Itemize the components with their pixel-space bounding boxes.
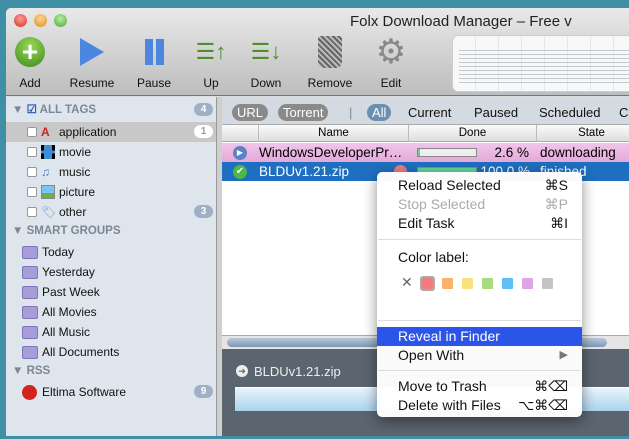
color-swatch[interactable] xyxy=(482,278,493,289)
eltima-logo-icon xyxy=(22,384,37,400)
table-row[interactable]: ▶ WindowsDeveloperPr… 2.6 % downloading xyxy=(222,143,629,162)
column-state[interactable]: State xyxy=(536,125,629,142)
tag-application[interactable]: Aapplication 1 xyxy=(6,122,216,142)
gear-icon: ⚙ xyxy=(375,33,407,71)
resume-button[interactable]: Resume xyxy=(62,32,122,90)
context-menu: Reload Selected ⌘S Stop Selected ⌘P Edit T… xyxy=(377,172,582,417)
tag-other[interactable]: 🏷 other 3 xyxy=(6,202,216,222)
tag-music[interactable]: ♫ music xyxy=(6,162,216,182)
title-toolbar: Folx Download Manager – Free v + Add Resu… xyxy=(6,8,629,96)
downloading-icon: ▶ xyxy=(233,146,247,160)
smart-folder-icon xyxy=(22,285,38,299)
badge: 4 xyxy=(194,103,213,116)
smart-group-yesterday[interactable]: Yesterday xyxy=(6,262,216,282)
column-done[interactable]: Done xyxy=(408,125,536,142)
zoom-button[interactable] xyxy=(54,14,67,27)
checkbox[interactable] xyxy=(27,147,37,157)
remove-button[interactable]: Remove xyxy=(300,32,360,90)
smart-folder-icon xyxy=(22,265,38,279)
tag-movie[interactable]: movie xyxy=(6,142,216,162)
progress-bar xyxy=(417,148,477,157)
smart-group-all-documents[interactable]: All Documents xyxy=(6,342,216,362)
list-up-icon: ☰↑ xyxy=(195,39,227,64)
window-title: Folx Download Manager – Free v xyxy=(350,13,572,30)
filter-bar: URL Torrent | All Current Paused Schedul… xyxy=(222,97,629,125)
rss-header[interactable]: ▼ RSS xyxy=(12,365,50,377)
menu-reveal-in-finder[interactable]: Reveal in Finder xyxy=(377,327,582,346)
picture-icon xyxy=(41,185,55,199)
arrow-circle-icon: ➜ xyxy=(236,365,248,377)
trash-icon xyxy=(318,36,342,68)
color-swatch[interactable] xyxy=(462,278,473,289)
filter-paused[interactable]: Paused xyxy=(474,104,518,121)
list-down-icon: ☰↓ xyxy=(250,39,282,64)
play-icon xyxy=(80,38,104,66)
smart-group-all-music[interactable]: All Music xyxy=(6,322,216,342)
close-button[interactable] xyxy=(14,14,27,27)
pause-icon xyxy=(124,32,184,72)
pause-button[interactable]: Pause xyxy=(124,32,184,90)
no-color-x-icon[interactable]: ✕ xyxy=(401,274,413,291)
movie-icon xyxy=(41,145,55,159)
checkmark-icon: ✔ xyxy=(233,165,247,179)
menu-delete-with-files[interactable]: Delete with Files ⌥⌘⌫ xyxy=(377,396,582,415)
smart-folder-icon xyxy=(22,345,38,359)
checkbox[interactable] xyxy=(27,127,37,137)
move-down-button[interactable]: ☰↓ Down xyxy=(236,32,296,90)
smart-folder-icon xyxy=(22,305,38,319)
submenu-arrow-icon: ▶ xyxy=(559,349,568,361)
checkbox[interactable] xyxy=(27,167,37,177)
filter-url[interactable]: URL xyxy=(232,104,269,121)
color-swatch[interactable] xyxy=(420,276,435,291)
smart-group-all-movies[interactable]: All Movies xyxy=(6,302,216,322)
detail-filename: BLDUv1.21.zip xyxy=(254,364,341,379)
color-swatch[interactable] xyxy=(502,278,513,289)
menu-move-to-trash[interactable]: Move to Trash ⌘⌫ xyxy=(377,377,582,396)
rss-eltima[interactable]: Eltima Software 9 xyxy=(6,382,216,402)
divider: | xyxy=(349,105,353,120)
color-swatch[interactable] xyxy=(442,278,453,289)
music-icon: ♫ xyxy=(41,165,50,179)
add-button[interactable]: + Add xyxy=(6,32,60,90)
menu-edit-task[interactable]: Edit Task ⌘I xyxy=(377,214,582,233)
column-name[interactable]: Name xyxy=(258,125,408,142)
smart-group-past-week[interactable]: Past Week xyxy=(6,282,216,302)
checkbox[interactable] xyxy=(27,207,37,217)
minimize-button[interactable] xyxy=(34,14,47,27)
speed-graph xyxy=(452,35,629,92)
move-up-button[interactable]: ☰↑ Up xyxy=(181,32,241,90)
menu-stop-selected: Stop Selected ⌘P xyxy=(398,196,568,212)
checkbox[interactable] xyxy=(27,187,37,197)
filter-scheduled[interactable]: Scheduled xyxy=(539,104,600,121)
edit-button[interactable]: ⚙ Edit xyxy=(361,32,421,90)
smart-folder-icon xyxy=(22,245,38,259)
add-icon: + xyxy=(15,37,45,67)
filter-current[interactable]: Current xyxy=(408,104,451,121)
smart-group-today[interactable]: Today xyxy=(6,242,216,262)
color-swatch[interactable] xyxy=(522,278,533,289)
color-label-heading: Color label: xyxy=(398,249,469,265)
menu-reload-selected[interactable]: Reload Selected ⌘S xyxy=(377,176,582,195)
menu-open-with[interactable]: Open With ▶ xyxy=(377,346,582,365)
filter-all[interactable]: All xyxy=(367,104,392,121)
all-tags-header[interactable]: ▼ ☑ ALL TAGS xyxy=(12,102,96,116)
color-swatch[interactable] xyxy=(542,278,553,289)
filter-torrent[interactable]: Torrent xyxy=(278,104,329,121)
tag-picture[interactable]: picture xyxy=(6,182,216,202)
filter-more[interactable]: C xyxy=(619,104,628,121)
smart-folder-icon xyxy=(22,325,38,339)
application-icon: A xyxy=(41,125,50,139)
table-header: Name Done State xyxy=(222,125,629,142)
tag-icon: 🏷 xyxy=(41,205,57,219)
sidebar: ▼ ☑ ALL TAGS 4 Aapplication 1 movie ♫ musi… xyxy=(6,97,216,436)
smart-groups-header[interactable]: ▼ SMART GROUPS xyxy=(12,225,121,237)
